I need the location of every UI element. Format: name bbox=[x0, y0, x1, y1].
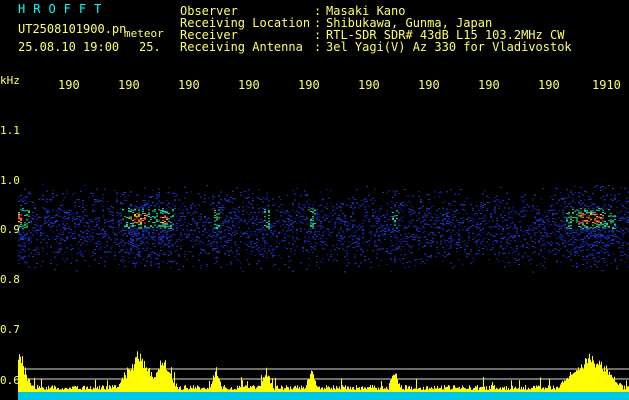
x-tick-label: 190 bbox=[418, 78, 440, 92]
spectrogram-plot bbox=[18, 184, 629, 400]
x-tick-label: 190 bbox=[178, 78, 200, 92]
y-tick-label: 1.0 bbox=[0, 174, 20, 187]
x-tick-label: 190 bbox=[238, 78, 260, 92]
x-tick-label: 190 bbox=[298, 78, 320, 92]
spectrogram-noise bbox=[18, 184, 629, 273]
detector-label: meteor bbox=[124, 27, 164, 40]
y-tick-label: 0.7 bbox=[0, 323, 20, 336]
y-unit-label: kHz bbox=[0, 74, 20, 87]
antenna-value: 3el Yagi(V) Az 330 for Vladivostok bbox=[326, 40, 572, 54]
y-tick-label: 1.1 bbox=[0, 124, 20, 137]
y-tick-label: 0.9 bbox=[0, 223, 20, 236]
antenna-label: Receiving Antenna bbox=[180, 40, 303, 54]
meteor-count: 25. bbox=[139, 40, 161, 54]
x-tick-label: 1910 bbox=[592, 78, 621, 92]
x-tick-label: 190 bbox=[118, 78, 140, 92]
app-title: HROFFT bbox=[18, 2, 110, 16]
x-tick-label: 190 bbox=[478, 78, 500, 92]
y-tick-label: 0.6 bbox=[0, 374, 20, 387]
y-tick-label: 0.8 bbox=[0, 273, 20, 286]
signal-baseline bbox=[18, 392, 629, 400]
x-tick-label: 190 bbox=[358, 78, 380, 92]
x-tick-label: 190 bbox=[538, 78, 560, 92]
signal-bars bbox=[18, 351, 629, 392]
date-time: 25.08.10 19:00 bbox=[18, 40, 120, 54]
antenna-sep: : bbox=[314, 40, 322, 54]
file-name: UT2508101900.pn bbox=[18, 22, 127, 36]
x-tick-label: 190 bbox=[58, 78, 80, 92]
